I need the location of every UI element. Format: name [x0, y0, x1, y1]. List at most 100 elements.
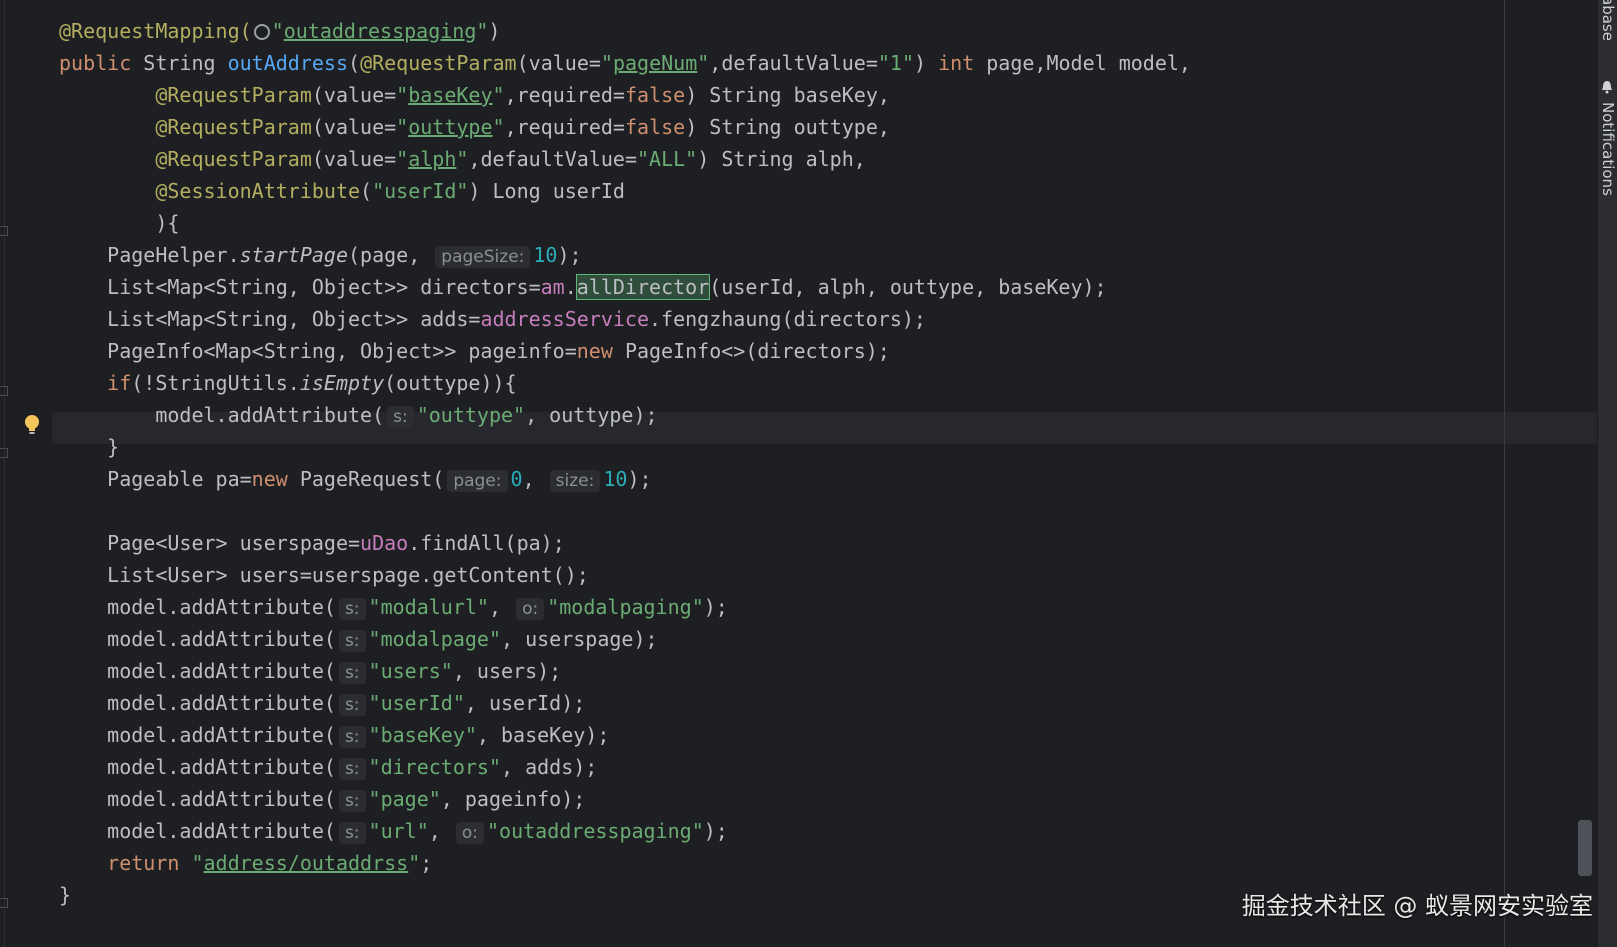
- code-line[interactable]: model.addAttribute(s: "directors", adds);: [59, 751, 597, 783]
- fold-marker-icon[interactable]: [0, 448, 8, 458]
- code-line[interactable]: public String outAddress(@RequestParam(v…: [59, 47, 1191, 79]
- code-token: ": [408, 851, 421, 875]
- code-token: ;: [420, 851, 433, 875]
- code-line[interactable]: List<User> users=userspage.getContent();: [59, 559, 589, 591]
- code-token: ) Long userId: [468, 179, 625, 203]
- notifications-tool-tab[interactable]: Notifications: [1599, 102, 1617, 196]
- code-token: ,: [428, 819, 453, 843]
- code-token: }: [59, 883, 72, 907]
- code-line[interactable]: Pageable pa=new PageRequest(page: 0, size…: [59, 463, 652, 495]
- code-token: );: [703, 819, 728, 843]
- code-token: List<Map<String, Object>> adds=: [59, 307, 481, 331]
- code-line[interactable]: List<Map<String, Object>> directors=am.a…: [59, 271, 1107, 303]
- code-token: "baseKey": [368, 723, 477, 747]
- parameter-hint: s:: [338, 790, 366, 812]
- code-line[interactable]: model.addAttribute(s: "userId", userId);: [59, 687, 585, 719]
- code-token: ): [488, 19, 501, 43]
- code-token: public: [59, 51, 144, 75]
- parameter-hint: size:: [549, 470, 601, 492]
- code-line[interactable]: }: [59, 431, 119, 463]
- code-token: 0: [510, 467, 523, 491]
- code-token: ": [396, 147, 409, 171]
- code-token: "1": [877, 51, 914, 75]
- code-line[interactable]: @RequestParam(value="alph",defaultValue=…: [59, 143, 866, 175]
- code-token: ": [476, 19, 489, 43]
- code-token: ) String alph,: [697, 147, 866, 171]
- code-token: .findAll(pa);: [408, 531, 565, 555]
- parameter-hint: s:: [338, 630, 366, 652]
- code-token: model.addAttribute(: [59, 723, 336, 747]
- code-token: "users": [368, 659, 453, 683]
- code-token: new: [251, 467, 300, 491]
- code-line[interactable]: @RequestMapping("outaddresspaging"): [59, 15, 500, 47]
- parameter-hint: s:: [338, 822, 366, 844]
- code-line[interactable]: PageHelper.startPage(page, pageSize: 10);: [59, 239, 582, 271]
- scrollbar-thumb[interactable]: [1578, 820, 1592, 876]
- code-line[interactable]: if(!StringUtils.isEmpty(outtype)){: [59, 367, 516, 399]
- code-token: isEmpty: [299, 371, 385, 395]
- code-token: @RequestMapping(: [59, 19, 252, 43]
- code-token: model.addAttribute(: [59, 627, 336, 651]
- code-token: outaddresspaging: [283, 19, 477, 43]
- code-editor[interactable]: @RequestMapping("outaddresspaging") publi…: [52, 0, 1598, 947]
- code-token: List<User> users=userspage.getContent();: [59, 563, 589, 587]
- code-token: "outtype": [416, 403, 526, 427]
- parameter-hint: page:: [447, 470, 508, 492]
- code-token: ) String baseKey,: [685, 83, 890, 107]
- code-line[interactable]: @SessionAttribute("userId") Long userId: [59, 175, 625, 207]
- code-token: (userId, alph, outtype, baseKey);: [709, 275, 1107, 299]
- database-tool-tab[interactable]: abase: [1599, 0, 1617, 41]
- code-token: page,Model model,: [986, 51, 1191, 75]
- code-token: model.addAttribute(: [59, 595, 336, 619]
- code-token: ,: [522, 467, 547, 491]
- fold-marker-icon[interactable]: [0, 386, 8, 396]
- code-token: .fengzhaung(directors);: [649, 307, 926, 331]
- code-token: "modalpaging": [547, 595, 704, 619]
- code-line[interactable]: List<Map<String, Object>> adds=addressSe…: [59, 303, 926, 335]
- code-token: }: [59, 435, 120, 459]
- parameter-hint: s:: [338, 662, 366, 684]
- lightbulb-icon[interactable]: [24, 414, 40, 436]
- code-token: @SessionAttribute: [155, 179, 361, 203]
- code-token: (value=: [311, 115, 397, 139]
- code-line[interactable]: PageInfo<Map<String, Object>> pageinfo=n…: [59, 335, 890, 367]
- fold-marker-icon[interactable]: [0, 226, 8, 236]
- parameter-hint: s:: [338, 726, 366, 748]
- code-token: ": [396, 115, 409, 139]
- parameter-hint: s:: [387, 406, 414, 428]
- globe-icon[interactable]: [253, 24, 270, 40]
- code-line[interactable]: model.addAttribute(s: "baseKey", baseKey)…: [59, 719, 609, 751]
- code-line[interactable]: return "address/outaddrss";: [59, 847, 432, 879]
- code-line[interactable]: model.addAttribute(s: "users", users);: [59, 655, 561, 687]
- right-margin-guide: [1504, 0, 1505, 947]
- code-token: baseKey: [408, 83, 493, 107]
- code-token: @RequestParam: [155, 115, 312, 139]
- code-token: new: [576, 339, 625, 363]
- code-line[interactable]: model.addAttribute(s: "modalpage", usersp…: [59, 623, 658, 655]
- code-line[interactable]: Page<User> userspage=uDao.findAll(pa);: [59, 527, 565, 559]
- code-line[interactable]: ){: [59, 207, 179, 239]
- code-line[interactable]: @RequestParam(value="baseKey",required=f…: [59, 79, 890, 111]
- code-line[interactable]: @RequestParam(value="outtype",required=f…: [59, 111, 890, 143]
- code-line[interactable]: model.addAttribute(s: "page", pageinfo);: [59, 783, 585, 815]
- code-token: outAddress: [227, 51, 349, 75]
- code-token: , baseKey);: [476, 723, 610, 747]
- watermark: 掘金技术社区 @ 蚁景网安实验室: [1241, 892, 1593, 920]
- code-line[interactable]: model.addAttribute(s: "outtype", outtype)…: [59, 399, 658, 431]
- code-line[interactable]: model.addAttribute(s: "url", o: "outaddres…: [59, 815, 728, 847]
- code-line[interactable]: }: [59, 879, 71, 911]
- code-token: );: [703, 595, 728, 619]
- code-token: (value=: [311, 147, 397, 171]
- code-line[interactable]: model.addAttribute(s: "modalurl", o: "moda…: [59, 591, 728, 623]
- code-token: outtype: [408, 115, 493, 139]
- code-token: "page": [368, 787, 441, 811]
- code-token: PageInfo<>(directors);: [624, 339, 890, 363]
- parameter-hint: pageSize:: [435, 246, 531, 268]
- code-token: (: [348, 51, 361, 75]
- code-token: , outtype);: [525, 403, 658, 427]
- fold-marker-icon[interactable]: [0, 898, 8, 908]
- bell-icon[interactable]: [1601, 80, 1613, 94]
